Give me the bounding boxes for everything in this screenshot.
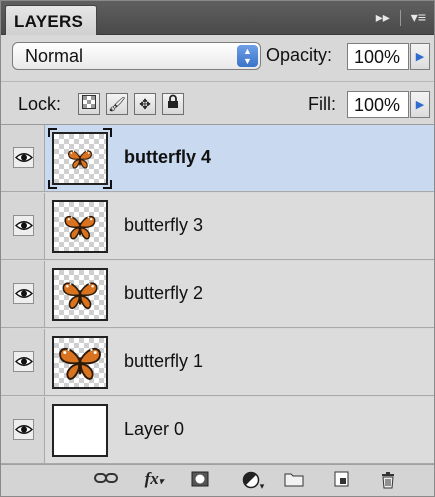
layers-panel: LAYERS ▸▸ ▾≡ Normal ▲ ▼ Opacity: 100% ▶ L… [0,0,435,497]
opacity-label: Opacity: [266,45,333,65]
dropdown-indicator-icon: ▾ [259,481,265,491]
layer-thumbnail[interactable] [52,404,108,457]
new-group-button[interactable] [283,471,305,491]
panel-controls: ▸▸ ▾≡ [376,9,426,26]
fill-label: Fill: [308,94,336,114]
fx-label: fx [144,469,159,488]
visibility-cell [1,261,45,327]
visibility-cell [1,125,45,191]
layer-row[interactable]: butterfly 1 [1,329,434,396]
fill-slider-button[interactable]: ▶ [410,91,430,118]
add-layer-mask-button[interactable] [189,471,211,491]
layer-thumbnail[interactable] [52,336,108,389]
eye-icon[interactable] [13,419,34,440]
layer-name[interactable]: butterfly 1 [124,351,203,372]
layer-row[interactable]: butterfly 3 [1,193,434,260]
eye-icon[interactable] [13,283,34,304]
lock-image-pixels-button[interactable]: 🖌 [106,93,128,115]
layer-thumbnail[interactable] [52,268,108,321]
lock-all-button[interactable] [162,93,184,115]
butterfly-icon [64,215,96,239]
half-circle-icon [242,471,259,489]
eye-icon[interactable] [13,215,34,236]
adjustment-layer-button[interactable]: ▾ [239,471,267,491]
tab-layers[interactable]: LAYERS [5,5,97,35]
new-layer-icon [334,471,349,487]
layer-row[interactable]: butterfly 2 [1,261,434,328]
move-icon: ✥ [139,96,151,112]
lock-label: Lock: [18,94,62,114]
layer-name[interactable]: Layer 0 [124,419,184,440]
eye-icon[interactable] [13,147,34,168]
mask-icon [191,471,209,487]
collapse-icon[interactable]: ▸▸ [376,9,390,26]
lock-row: Lock: 🖌 ✥ Fill: 100% ▶ [1,81,434,123]
layer-thumbnail[interactable] [52,200,108,253]
layer-name[interactable]: butterfly 4 [124,147,211,168]
brush-icon: 🖌 [108,96,126,112]
dropdown-indicator-icon: ▾ [158,476,164,486]
butterfly-icon [59,347,101,380]
selection-corners [48,128,112,189]
butterfly-icon [62,282,98,309]
lock-icon [168,94,178,108]
layer-name[interactable]: butterfly 2 [124,283,203,304]
trash-icon [382,472,394,489]
select-arrows-icon: ▲ ▼ [237,45,258,67]
lock-transparent-pixels-button[interactable] [78,93,100,115]
layer-row[interactable]: butterfly 4 [1,125,434,192]
blend-mode-value: Normal [25,46,84,66]
visibility-cell [1,193,45,259]
blend-row: Normal ▲ ▼ Opacity: 100% ▶ [1,35,434,79]
opacity-input[interactable]: 100% [347,43,409,70]
divider [399,9,401,26]
link-layers-button[interactable] [93,471,119,491]
fill-input[interactable]: 100% [347,91,409,118]
layers-toolbar: fx▾ ▾ [1,464,434,496]
folder-icon [284,473,304,487]
visibility-cell [1,329,45,395]
layer-name[interactable]: butterfly 3 [124,215,203,236]
new-layer-button[interactable] [331,471,353,491]
panel-tab-bar: LAYERS ▸▸ ▾≡ [1,1,434,35]
blend-mode-select[interactable]: Normal ▲ ▼ [12,42,261,70]
lock-position-button[interactable]: ✥ [134,93,156,115]
link-icon [94,473,118,483]
layer-row[interactable]: Layer 0 [1,397,434,464]
layer-style-button[interactable]: fx▾ [139,469,169,489]
checker-icon [82,95,96,109]
delete-layer-button[interactable] [377,471,399,491]
visibility-cell [1,397,45,463]
panel-menu-icon[interactable]: ▾≡ [411,9,426,26]
opacity-slider-button[interactable]: ▶ [410,43,430,70]
eye-icon[interactable] [13,351,34,372]
layers-list: butterfly 4 butterfly 3 butterfly 2 butterf… [1,124,434,464]
